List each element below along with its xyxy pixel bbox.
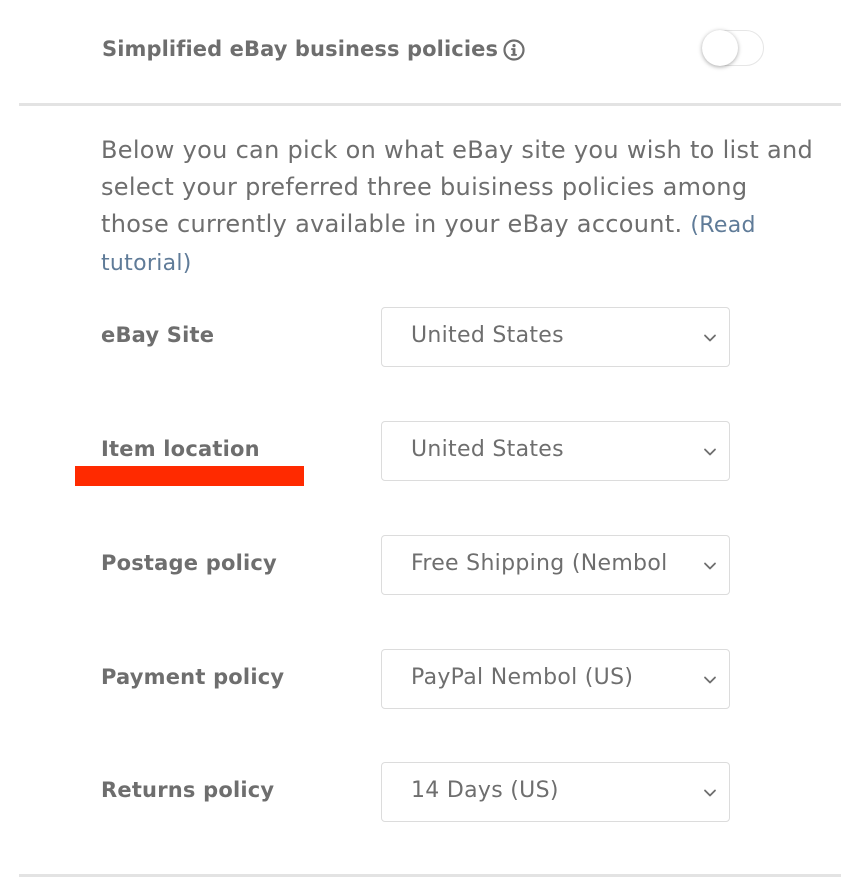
ebay-site-value: United States <box>411 323 564 348</box>
divider <box>19 103 841 106</box>
red-underline-annotation <box>75 466 304 486</box>
returns-policy-select[interactable]: 14 Days (US) <box>381 762 730 822</box>
postage-policy-select[interactable]: Free Shipping (Nembol <box>381 535 730 595</box>
section-title: Simplified eBay business policies <box>102 37 499 61</box>
item-location-select[interactable]: United States <box>381 421 730 481</box>
chevron-down-icon <box>703 444 717 458</box>
chevron-down-icon <box>703 785 717 799</box>
chevron-down-icon <box>703 330 717 344</box>
ebay-site-select[interactable]: United States <box>381 307 730 367</box>
item-location-value: United States <box>411 437 564 462</box>
postage-policy-label: Postage policy <box>101 551 277 575</box>
ebay-site-label: eBay Site <box>101 323 215 347</box>
info-icon[interactable] <box>503 39 525 61</box>
item-location-label: Item location <box>101 437 260 461</box>
postage-policy-value: Free Shipping (Nembol <box>411 551 668 576</box>
chevron-down-icon <box>703 672 717 686</box>
payment-policy-label: Payment policy <box>101 665 285 689</box>
returns-policy-value: 14 Days (US) <box>411 778 559 803</box>
divider <box>19 874 841 877</box>
chevron-down-icon <box>703 558 717 572</box>
returns-policy-label: Returns policy <box>101 778 275 802</box>
description-text: Below you can pick on what eBay site you… <box>101 132 821 282</box>
toggle-knob <box>702 30 738 66</box>
business-policies-toggle[interactable] <box>702 30 764 66</box>
payment-policy-value: PayPal Nembol (US) <box>411 665 634 690</box>
settings-header: Simplified eBay business policies <box>0 0 863 104</box>
payment-policy-select[interactable]: PayPal Nembol (US) <box>381 649 730 709</box>
